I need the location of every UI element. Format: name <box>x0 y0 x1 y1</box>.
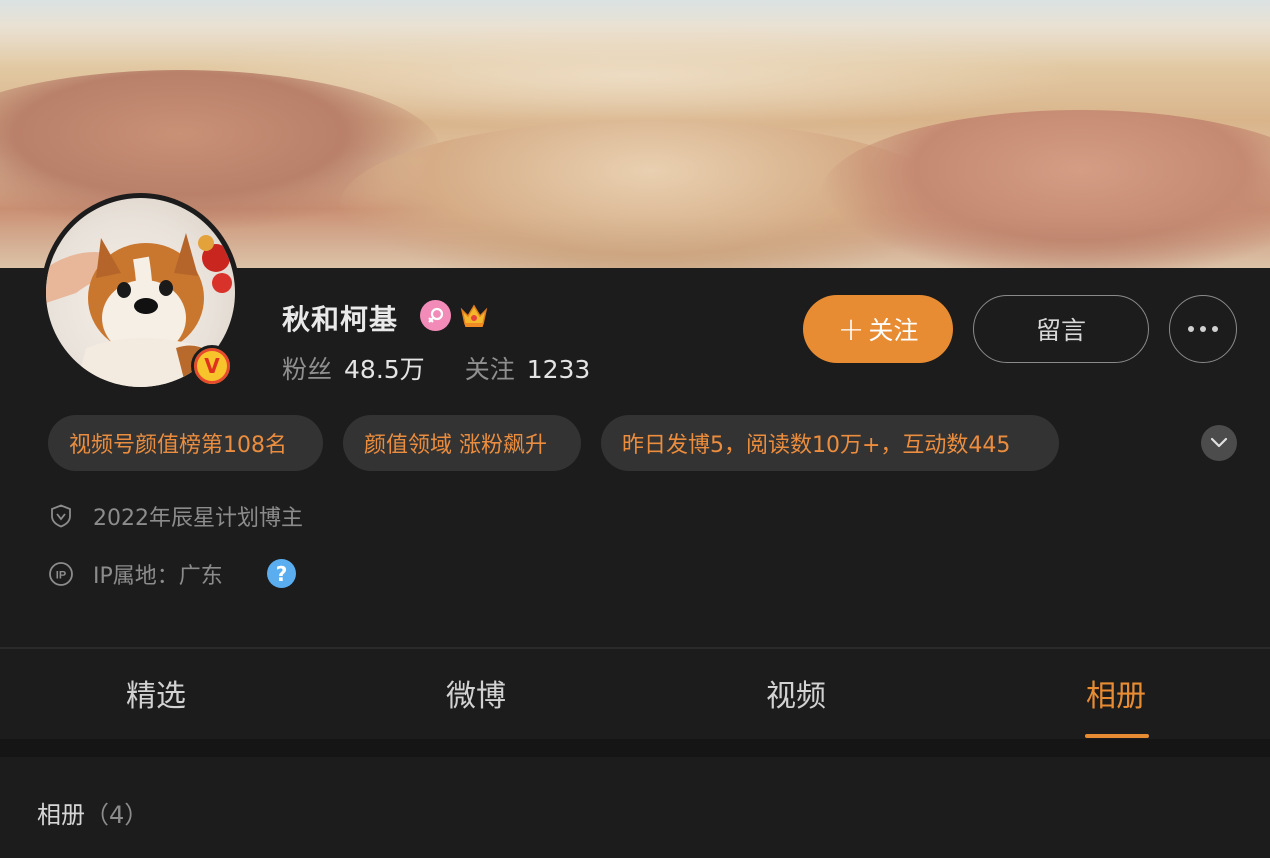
tag-daily-stats[interactable]: 昨日发博5，阅读数10万+，互动数445 <box>601 415 1059 471</box>
section-separator <box>0 739 1270 757</box>
ip-info: IP IP属地：广东 <box>48 558 223 590</box>
svg-text:IP: IP <box>56 570 66 582</box>
tab-weibo[interactable]: 微博 <box>446 671 506 715</box>
profile-name: 秋和柯基 <box>282 303 399 336</box>
crown-icon <box>459 300 489 330</box>
tab-video[interactable]: 视频 <box>766 671 826 715</box>
message-button[interactable]: 留言 <box>973 295 1149 363</box>
ip-icon: IP <box>48 561 74 587</box>
plus-icon: + <box>837 310 865 348</box>
following-label: 关注 <box>464 355 515 384</box>
ip-location-text: IP属地：广东 <box>93 564 223 589</box>
follow-button[interactable]: + 关注 <box>803 295 953 363</box>
program-info: 2022年辰星计划博主 <box>48 500 303 532</box>
shield-icon <box>48 503 74 529</box>
active-tab-indicator <box>1085 734 1149 738</box>
female-icon <box>420 300 451 331</box>
album-section-title: 相册（4） <box>37 795 148 830</box>
tab-featured[interactable]: 精选 <box>126 671 186 715</box>
followers-count[interactable]: 48.5万 <box>344 355 425 384</box>
profile-tabs: 精选 微博 视频 相册 <box>0 649 1270 739</box>
followers-label: 粉丝 <box>282 355 333 384</box>
message-button-label: 留言 <box>1035 316 1086 345</box>
album-title: 相册 <box>37 801 85 829</box>
chevron-down-icon[interactable] <box>1201 425 1237 461</box>
more-dots-icon[interactable] <box>1169 295 1237 363</box>
program-text: 2022年辰星计划博主 <box>93 506 303 531</box>
verified-badge-label: V <box>204 354 220 378</box>
tab-album[interactable]: 相册 <box>1086 671 1146 715</box>
help-icon[interactable]: ? <box>267 559 296 588</box>
profile-stats: 粉丝 48.5万 关注 1233 <box>282 350 590 386</box>
follow-button-label: 关注 <box>868 316 919 345</box>
following-count[interactable]: 1233 <box>527 355 591 384</box>
tag-domain[interactable]: 颜值领域 涨粉飙升 <box>343 415 581 471</box>
album-section: 相册（4） <box>0 757 1270 858</box>
album-count: （4） <box>85 801 149 829</box>
verified-badge-icon: V <box>191 345 233 387</box>
tag-ranking[interactable]: 视频号颜值榜第108名 <box>48 415 323 471</box>
